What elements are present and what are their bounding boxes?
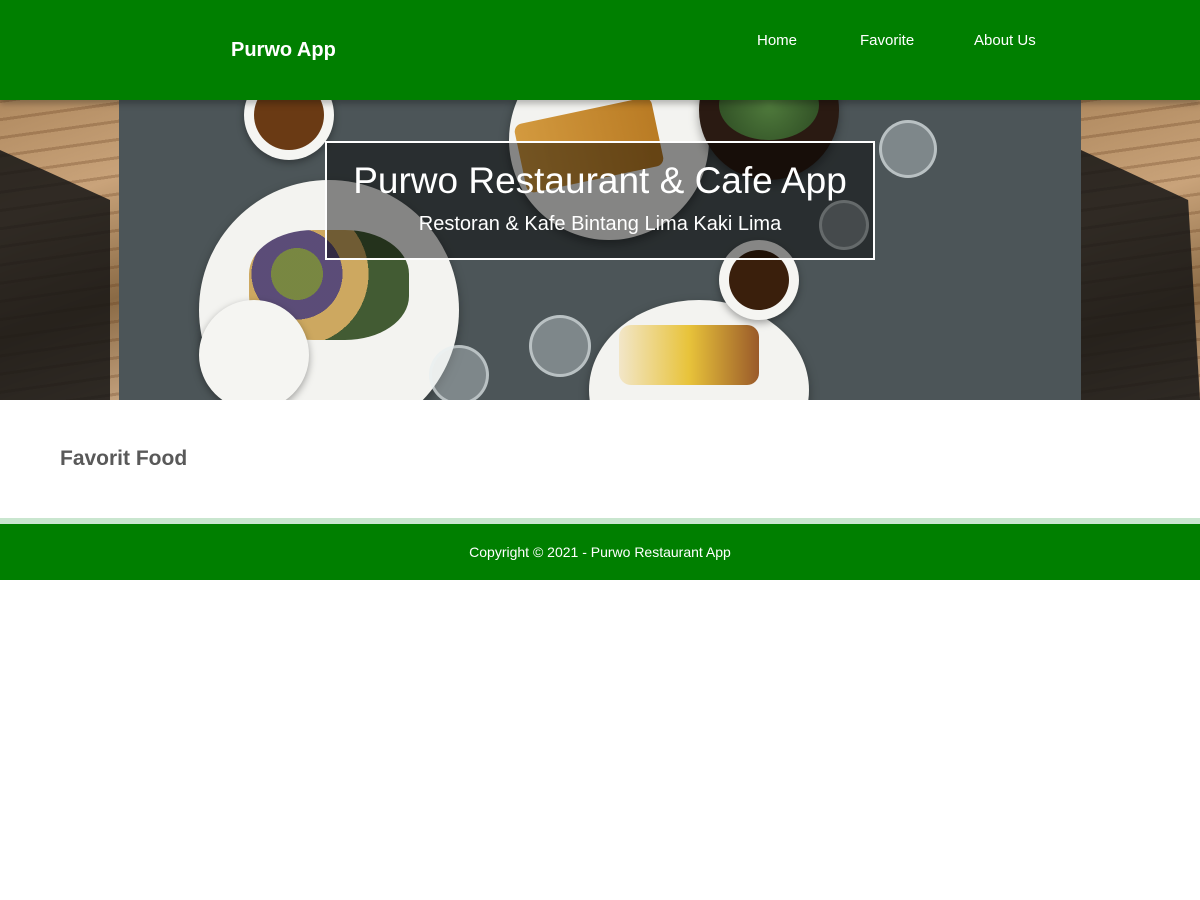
section-title-favorite-food: Favorit Food	[60, 447, 188, 470]
hero-subtitle: Restoran & Kafe Bintang Lima Kaki Lima	[418, 213, 782, 235]
hero-image-right-wing	[1081, 100, 1200, 400]
nav-link-home[interactable]: Home	[757, 31, 797, 51]
footer-copyright: Copyright © 2021 - Purwo Restaurant App	[469, 544, 731, 560]
nav-link-about-us[interactable]: About Us	[974, 31, 1036, 51]
nav-link-favorite[interactable]: Favorite	[860, 31, 914, 51]
hero-image-left-wing	[0, 100, 119, 400]
hero-title: Purwo Restaurant & Cafe App	[353, 160, 847, 201]
app-bar: Purwo App Home Favorite About Us	[0, 0, 1200, 100]
brand-logo-text[interactable]: Purwo App	[231, 38, 336, 62]
hero-title-box: Purwo Restaurant & Cafe App Restoran & K…	[325, 141, 875, 260]
footer: Copyright © 2021 - Purwo Restaurant App	[0, 524, 1200, 580]
hero-section: Purwo Restaurant & Cafe App Restoran & K…	[0, 100, 1200, 400]
